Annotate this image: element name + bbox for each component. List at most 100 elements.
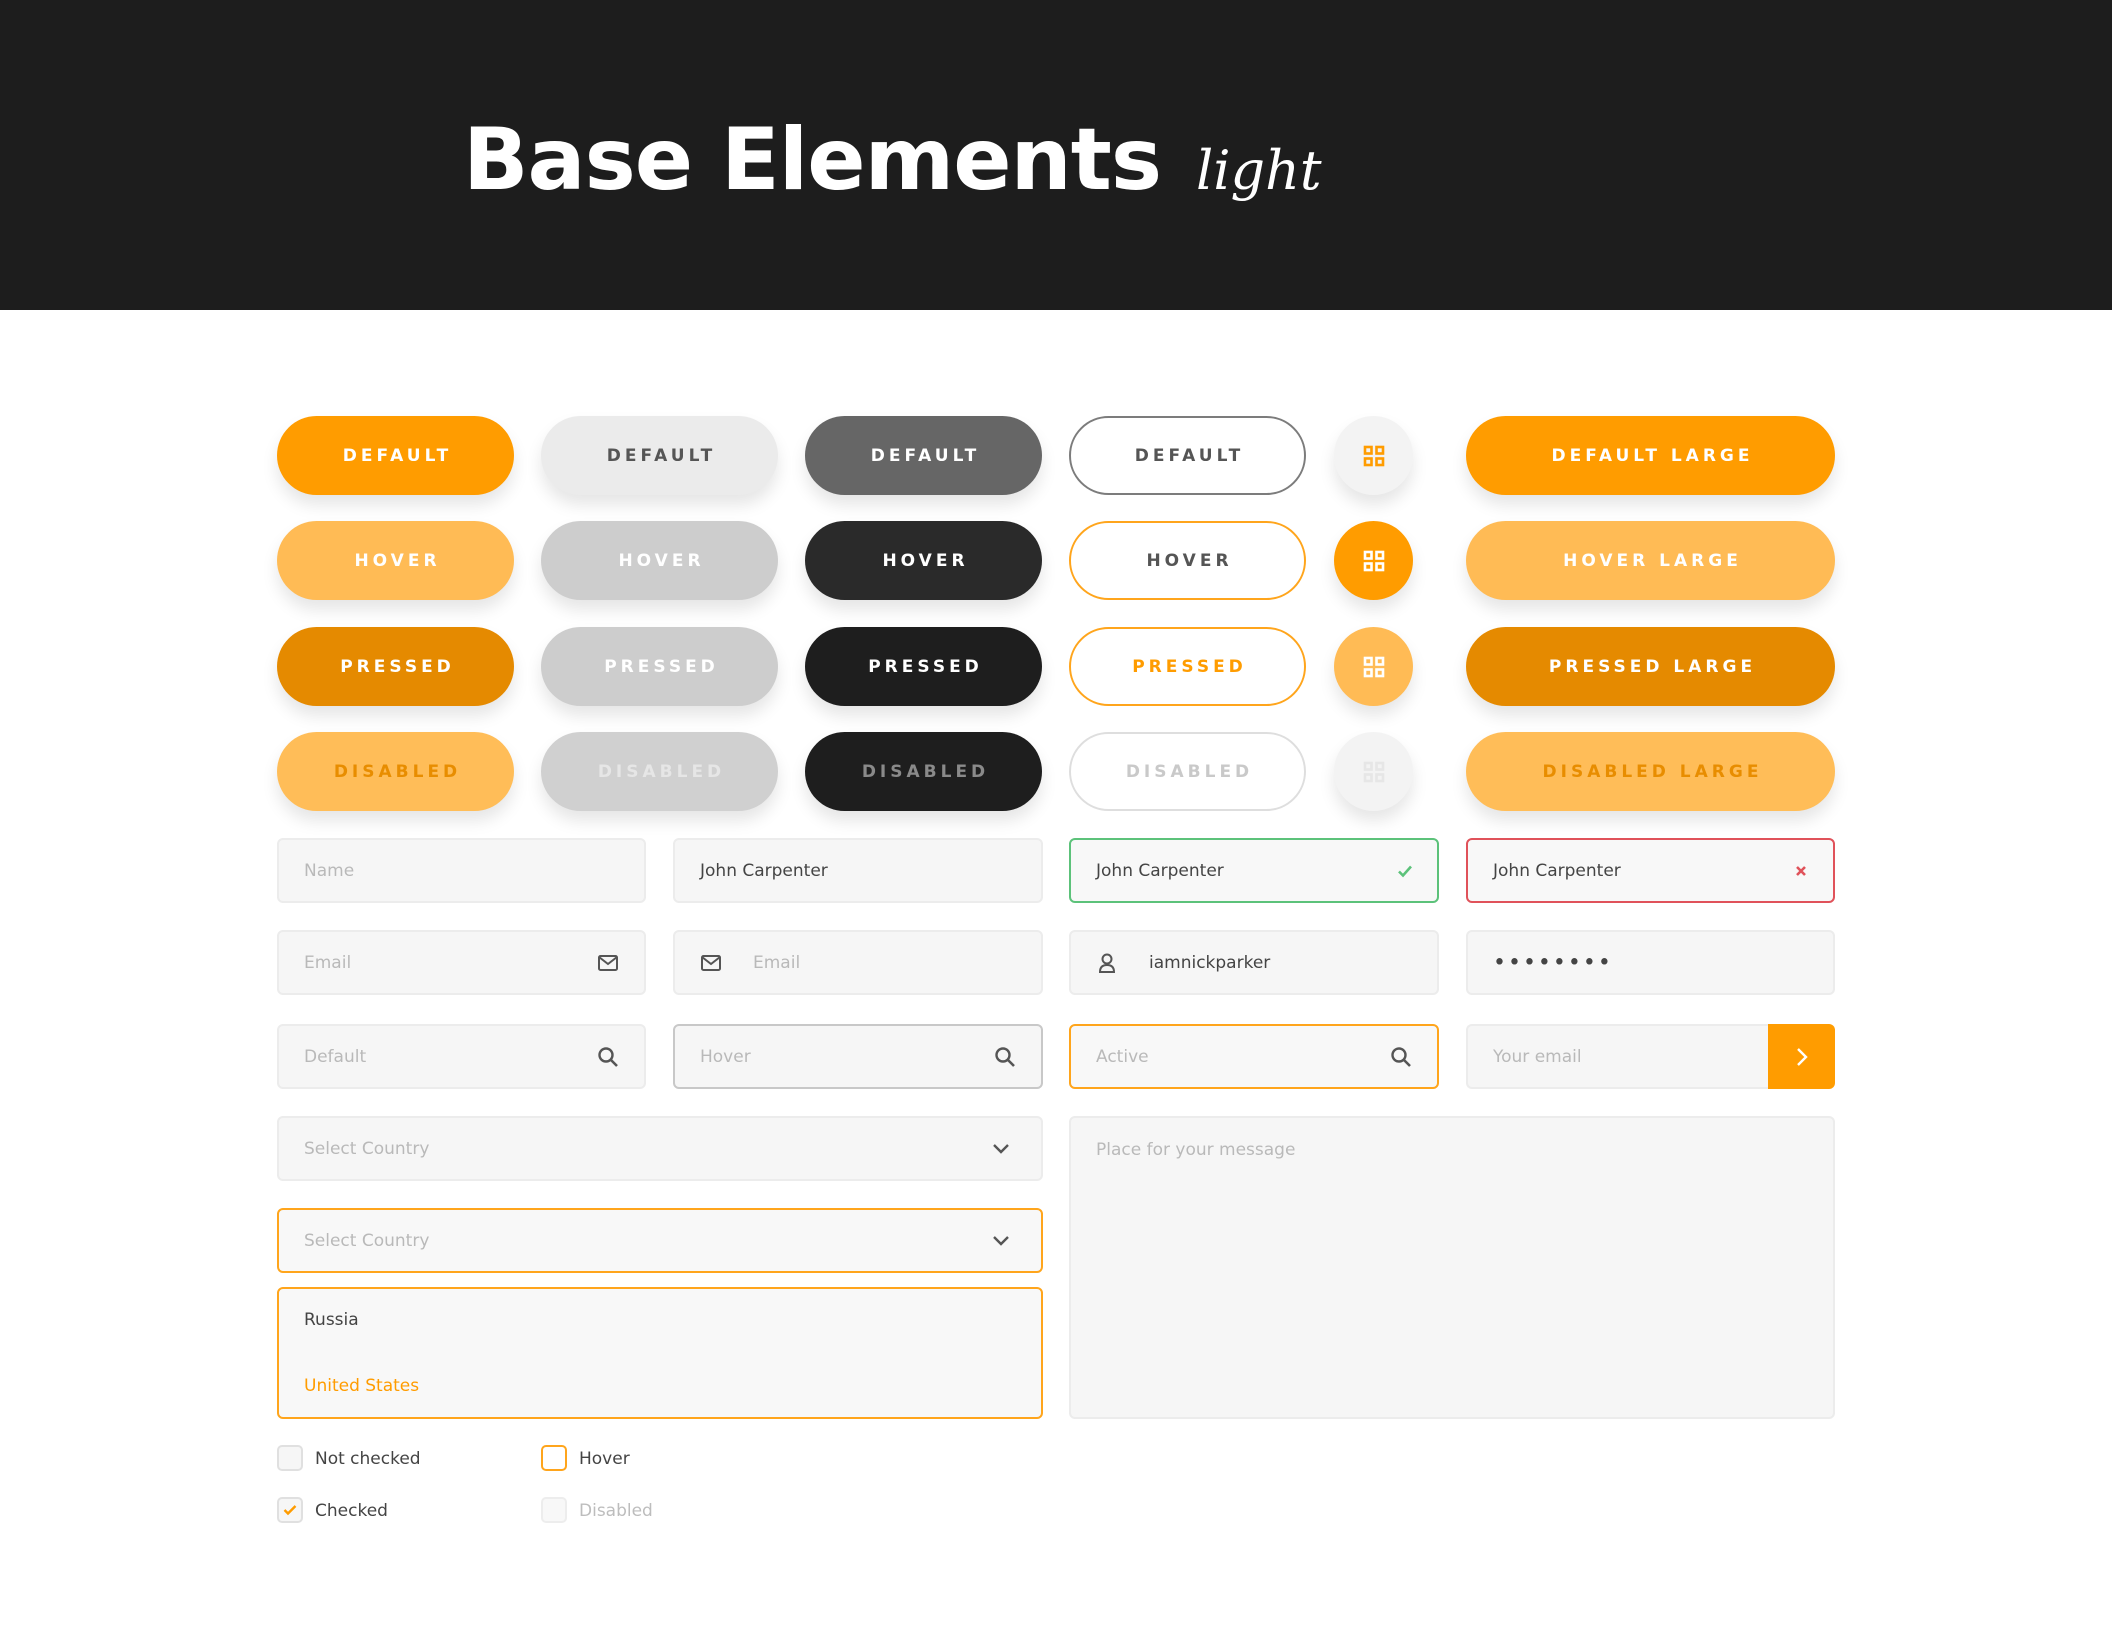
subscribe-submit-button[interactable] <box>1768 1024 1835 1089</box>
button-label: HOVER <box>354 550 441 571</box>
button-label: DISABLED LARGE <box>1542 761 1763 782</box>
country-select-placeholder: Select Country <box>304 1230 430 1251</box>
button-label: DEFAULT <box>1134 445 1245 466</box>
grid-icon-button-default[interactable] <box>1334 416 1413 495</box>
check-icon <box>283 1505 297 1516</box>
grid-icon <box>1363 445 1384 466</box>
button-label: DEFAULT <box>606 445 717 466</box>
large-hover-button[interactable]: HOVER LARGE <box>1466 521 1835 600</box>
subscribe-email-placeholder: Your email <box>1493 1046 1582 1067</box>
button-label: DISABLED <box>1125 761 1254 782</box>
country-option-highlighted[interactable]: United States <box>304 1376 419 1396</box>
email-input-placeholder: Email <box>304 952 352 973</box>
search-icon <box>993 1045 1017 1069</box>
search-input-placeholder: Hover <box>700 1046 751 1067</box>
gray-pressed-button[interactable]: PRESSED <box>541 627 778 706</box>
button-label: PRESSED <box>868 656 983 677</box>
name-valid-input[interactable]: John Carpenter <box>1069 838 1439 903</box>
gray-default-button[interactable]: DEFAULT <box>541 416 778 495</box>
email-input-icon-left[interactable]: Email <box>673 930 1043 995</box>
username-input[interactable]: iamnickparker <box>1069 930 1439 995</box>
name-valid-value: John Carpenter <box>1096 860 1224 881</box>
dark-pressed-button[interactable]: PRESSED <box>805 627 1042 706</box>
chevron-down-icon <box>989 1137 1013 1161</box>
outline-hover-button[interactable]: HOVER <box>1069 521 1306 600</box>
large-default-button[interactable]: DEFAULT LARGE <box>1466 416 1835 495</box>
search-input-placeholder: Active <box>1096 1046 1149 1067</box>
page-title: Base Elements light <box>463 105 1322 226</box>
gray-disabled-button: DISABLED <box>541 732 778 811</box>
page-title-subtitle: light <box>1196 139 1322 202</box>
checkbox-label: Checked <box>315 1501 388 1521</box>
message-textarea[interactable]: Place for your message <box>1069 1116 1835 1419</box>
page-header: Base Elements light <box>0 0 2112 310</box>
user-icon <box>1095 951 1119 975</box>
country-select-placeholder: Select Country <box>304 1138 430 1159</box>
button-label: HOVER <box>618 550 705 571</box>
checkbox-hover[interactable] <box>541 1445 567 1471</box>
button-label: DEFAULT <box>870 445 981 466</box>
button-label: HOVER LARGE <box>1563 550 1742 571</box>
mail-icon <box>699 951 723 975</box>
button-label: DEFAULT <box>342 445 453 466</box>
button-label: PRESSED <box>340 656 455 677</box>
name-input[interactable]: Name <box>277 838 646 903</box>
checkbox-label: Not checked <box>315 1449 421 1469</box>
button-label: PRESSED <box>1132 656 1247 677</box>
grid-icon-button-hover[interactable] <box>1334 521 1413 600</box>
button-label: DISABLED <box>861 761 990 782</box>
checkbox-label: Disabled <box>579 1501 653 1521</box>
password-input[interactable]: •••••••• <box>1466 930 1835 995</box>
orange-disabled-button: DISABLED <box>277 732 514 811</box>
search-input-hover[interactable]: Hover <box>673 1024 1043 1089</box>
password-input-value: •••••••• <box>1493 950 1613 975</box>
country-option[interactable]: Russia <box>304 1310 359 1330</box>
grid-icon-button-pressed[interactable] <box>1334 627 1413 706</box>
grid-icon <box>1363 656 1384 677</box>
search-input-active[interactable]: Active <box>1069 1024 1439 1089</box>
country-select-open[interactable]: Select Country <box>277 1208 1043 1273</box>
orange-default-button[interactable]: DEFAULT <box>277 416 514 495</box>
large-disabled-button: DISABLED LARGE <box>1466 732 1835 811</box>
checkbox-checked[interactable] <box>277 1497 303 1523</box>
gray-hover-button[interactable]: HOVER <box>541 521 778 600</box>
grid-icon-button-disabled <box>1334 732 1413 811</box>
close-icon <box>1789 859 1813 883</box>
check-icon <box>1393 859 1417 883</box>
outline-disabled-button: DISABLED <box>1069 732 1306 811</box>
mail-icon <box>596 951 620 975</box>
orange-hover-button[interactable]: HOVER <box>277 521 514 600</box>
subscribe-email-input[interactable]: Your email <box>1466 1024 1769 1089</box>
button-label: DISABLED <box>333 761 462 782</box>
email-input[interactable]: Email <box>277 930 646 995</box>
search-input-placeholder: Default <box>304 1046 367 1067</box>
button-label: DISABLED <box>597 761 726 782</box>
search-input-default[interactable]: Default <box>277 1024 646 1089</box>
username-input-value: iamnickparker <box>1149 952 1271 973</box>
button-label: HOVER <box>1146 550 1233 571</box>
button-label: DEFAULT LARGE <box>1551 445 1754 466</box>
country-select[interactable]: Select Country <box>277 1116 1043 1181</box>
dark-hover-button[interactable]: HOVER <box>805 521 1042 600</box>
search-icon <box>1389 1045 1413 1069</box>
grid-icon <box>1363 761 1384 782</box>
page-title-main: Base Elements <box>463 110 1162 210</box>
dark-default-button[interactable]: DEFAULT <box>805 416 1042 495</box>
name-invalid-input[interactable]: John Carpenter <box>1466 838 1835 903</box>
button-label: PRESSED <box>604 656 719 677</box>
orange-pressed-button[interactable]: PRESSED <box>277 627 514 706</box>
grid-icon <box>1363 550 1384 571</box>
outline-pressed-button[interactable]: PRESSED <box>1069 627 1306 706</box>
chevron-down-icon <box>989 1229 1013 1253</box>
large-pressed-button[interactable]: PRESSED LARGE <box>1466 627 1835 706</box>
name-invalid-value: John Carpenter <box>1493 860 1621 881</box>
checkbox-disabled <box>541 1497 567 1523</box>
chevron-right-icon <box>1796 1047 1808 1066</box>
checkbox-not-checked[interactable] <box>277 1445 303 1471</box>
search-icon <box>596 1045 620 1069</box>
button-label: PRESSED LARGE <box>1548 656 1757 677</box>
outline-default-button[interactable]: DEFAULT <box>1069 416 1306 495</box>
name-input-value: John Carpenter <box>700 860 828 881</box>
email-input-placeholder: Email <box>753 952 801 973</box>
name-filled-input[interactable]: John Carpenter <box>673 838 1043 903</box>
